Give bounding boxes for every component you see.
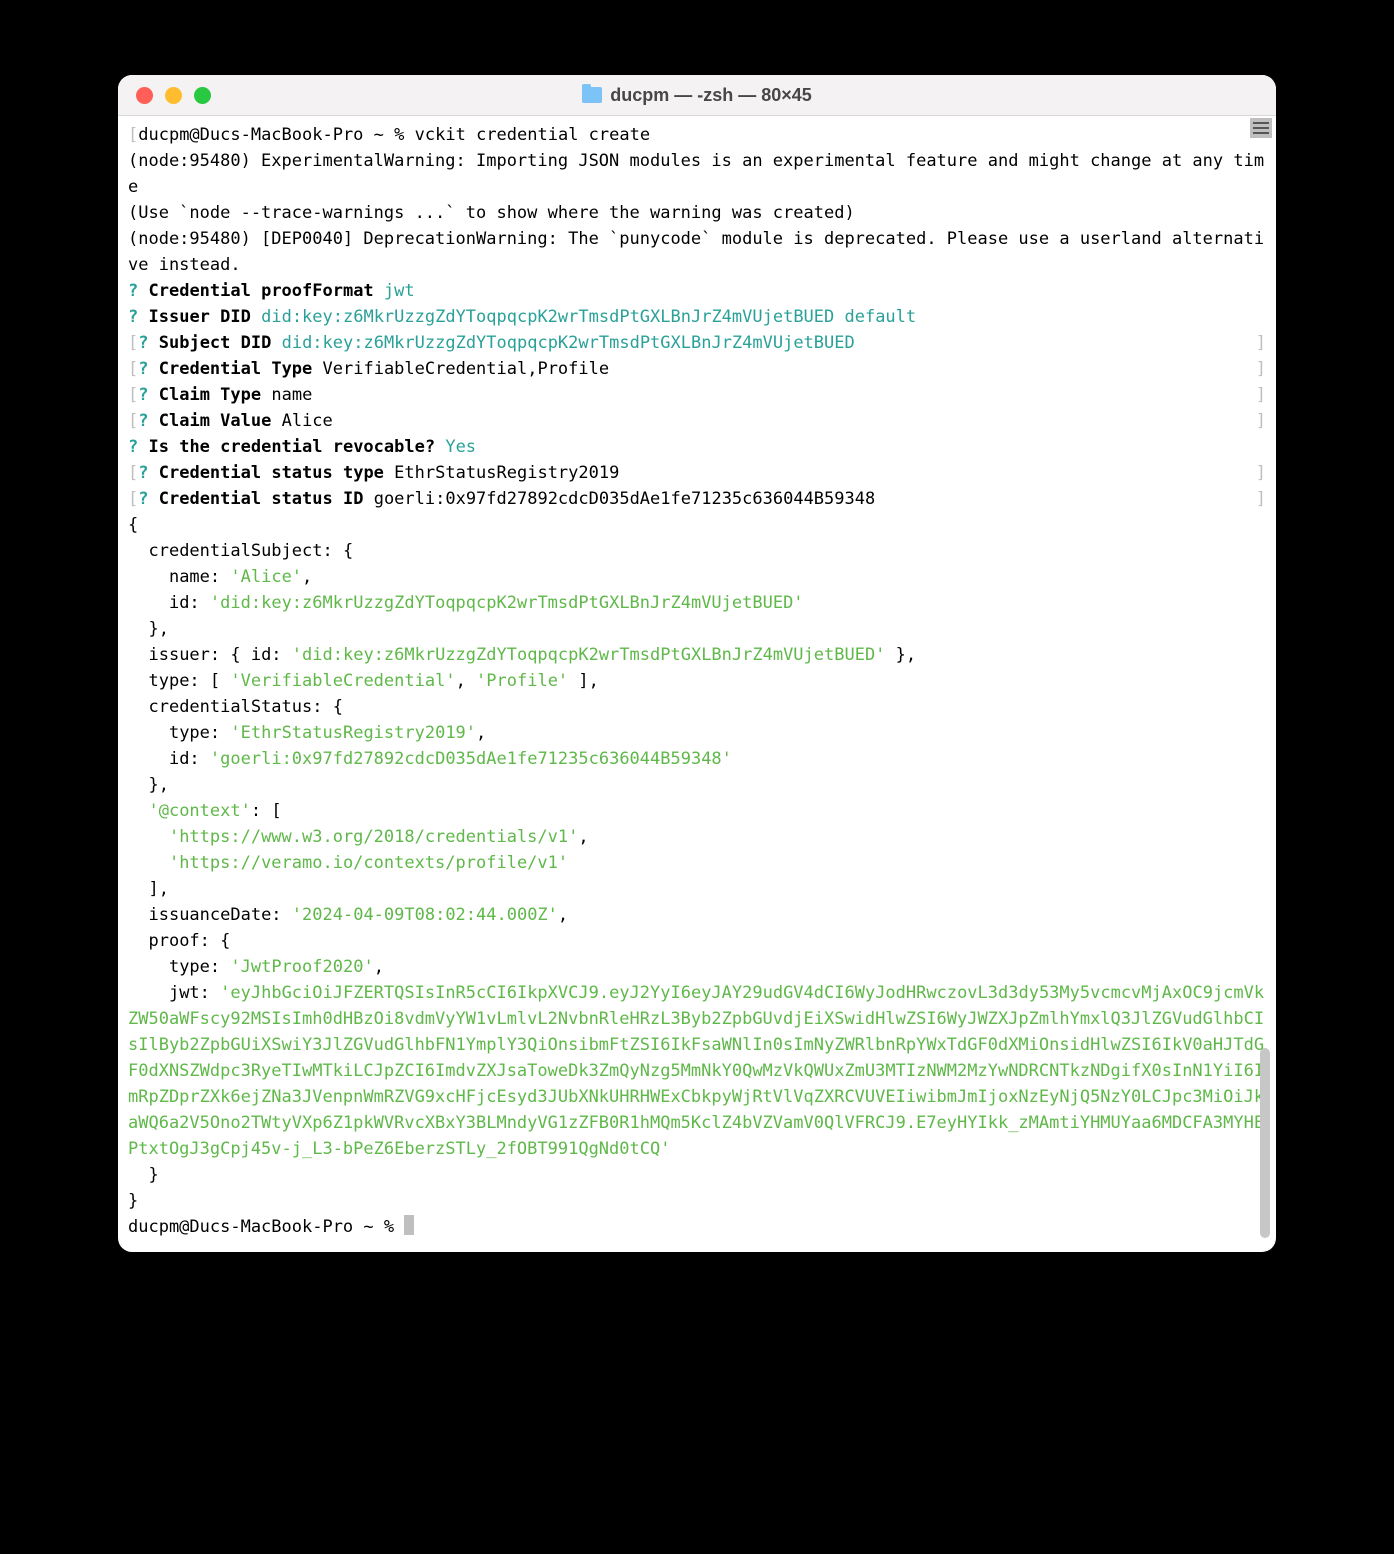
a-issuer: did:key:z6MkrUzzgZdYToqpqcpK2wrTmsdPtGXL…: [261, 307, 916, 327]
terminal-output: [ducpm@Ducs-MacBook-Pro ~ % vckit creden…: [118, 122, 1276, 330]
json-output: { credentialSubject: { name: 'Alice', id…: [118, 512, 1276, 1240]
terminal-window: ducpm — -zsh — 80×45 [ducpm@Ducs-MacBook…: [118, 75, 1276, 1252]
minimize-icon[interactable]: [165, 87, 182, 104]
row-claimvalue: [? Claim Value Alice]: [118, 408, 1276, 434]
folder-icon: [582, 87, 602, 103]
title-text: ducpm — -zsh — 80×45: [610, 85, 812, 106]
zoom-icon[interactable]: [194, 87, 211, 104]
bracket-l: [: [128, 125, 138, 145]
prompt-user: ducpm@Ducs-MacBook-Pro: [138, 125, 363, 145]
a-proofformat: jwt: [384, 281, 415, 301]
close-icon[interactable]: [136, 87, 153, 104]
scrollbar-thumb[interactable]: [1260, 1048, 1270, 1238]
row-credtype: [? Credential Type VerifiableCredential,…: [118, 356, 1276, 382]
q-mark: ?: [128, 281, 138, 301]
prompt-symbol: %: [394, 125, 404, 145]
warning-2: (Use `node --trace-warnings ...` to show…: [128, 203, 855, 223]
window-title: ducpm — -zsh — 80×45: [118, 85, 1276, 106]
row-statusid: [? Credential status ID goerli:0x97fd278…: [118, 486, 1276, 512]
warning-1: (node:95480) ExperimentalWarning: Import…: [128, 151, 1264, 197]
q-mark: ?: [128, 307, 138, 327]
q-proofformat: Credential proofFormat: [149, 281, 374, 301]
window-controls: [118, 87, 211, 104]
cursor[interactable]: [404, 1215, 414, 1235]
row-statustype: [? Credential status type EthrStatusRegi…: [118, 460, 1276, 486]
command-text: vckit credential create: [415, 125, 650, 145]
warning-3: (node:95480) [DEP0040] DeprecationWarnin…: [128, 229, 1264, 275]
row-subject: [? Subject DID did:key:z6MkrUzzgZdYToqpq…: [118, 330, 1276, 356]
titlebar[interactable]: ducpm — -zsh — 80×45: [118, 75, 1276, 116]
terminal-body[interactable]: [ducpm@Ducs-MacBook-Pro ~ % vckit creden…: [118, 116, 1276, 1252]
pane-menu-icon[interactable]: [1250, 118, 1272, 138]
row-claimtype: [? Claim Type name]: [118, 382, 1276, 408]
q-issuer: Issuer DID: [149, 307, 251, 327]
prompt-user: ducpm@Ducs-MacBook-Pro: [128, 1217, 353, 1237]
row-revocable: ? Is the credential revocable? Yes: [118, 434, 1276, 460]
jwt-value: 'eyJhbGciOiJFZERTQSIsInR5cCI6IkpXVCJ9.ey…: [128, 983, 1264, 1159]
prompt-path: ~: [374, 125, 384, 145]
